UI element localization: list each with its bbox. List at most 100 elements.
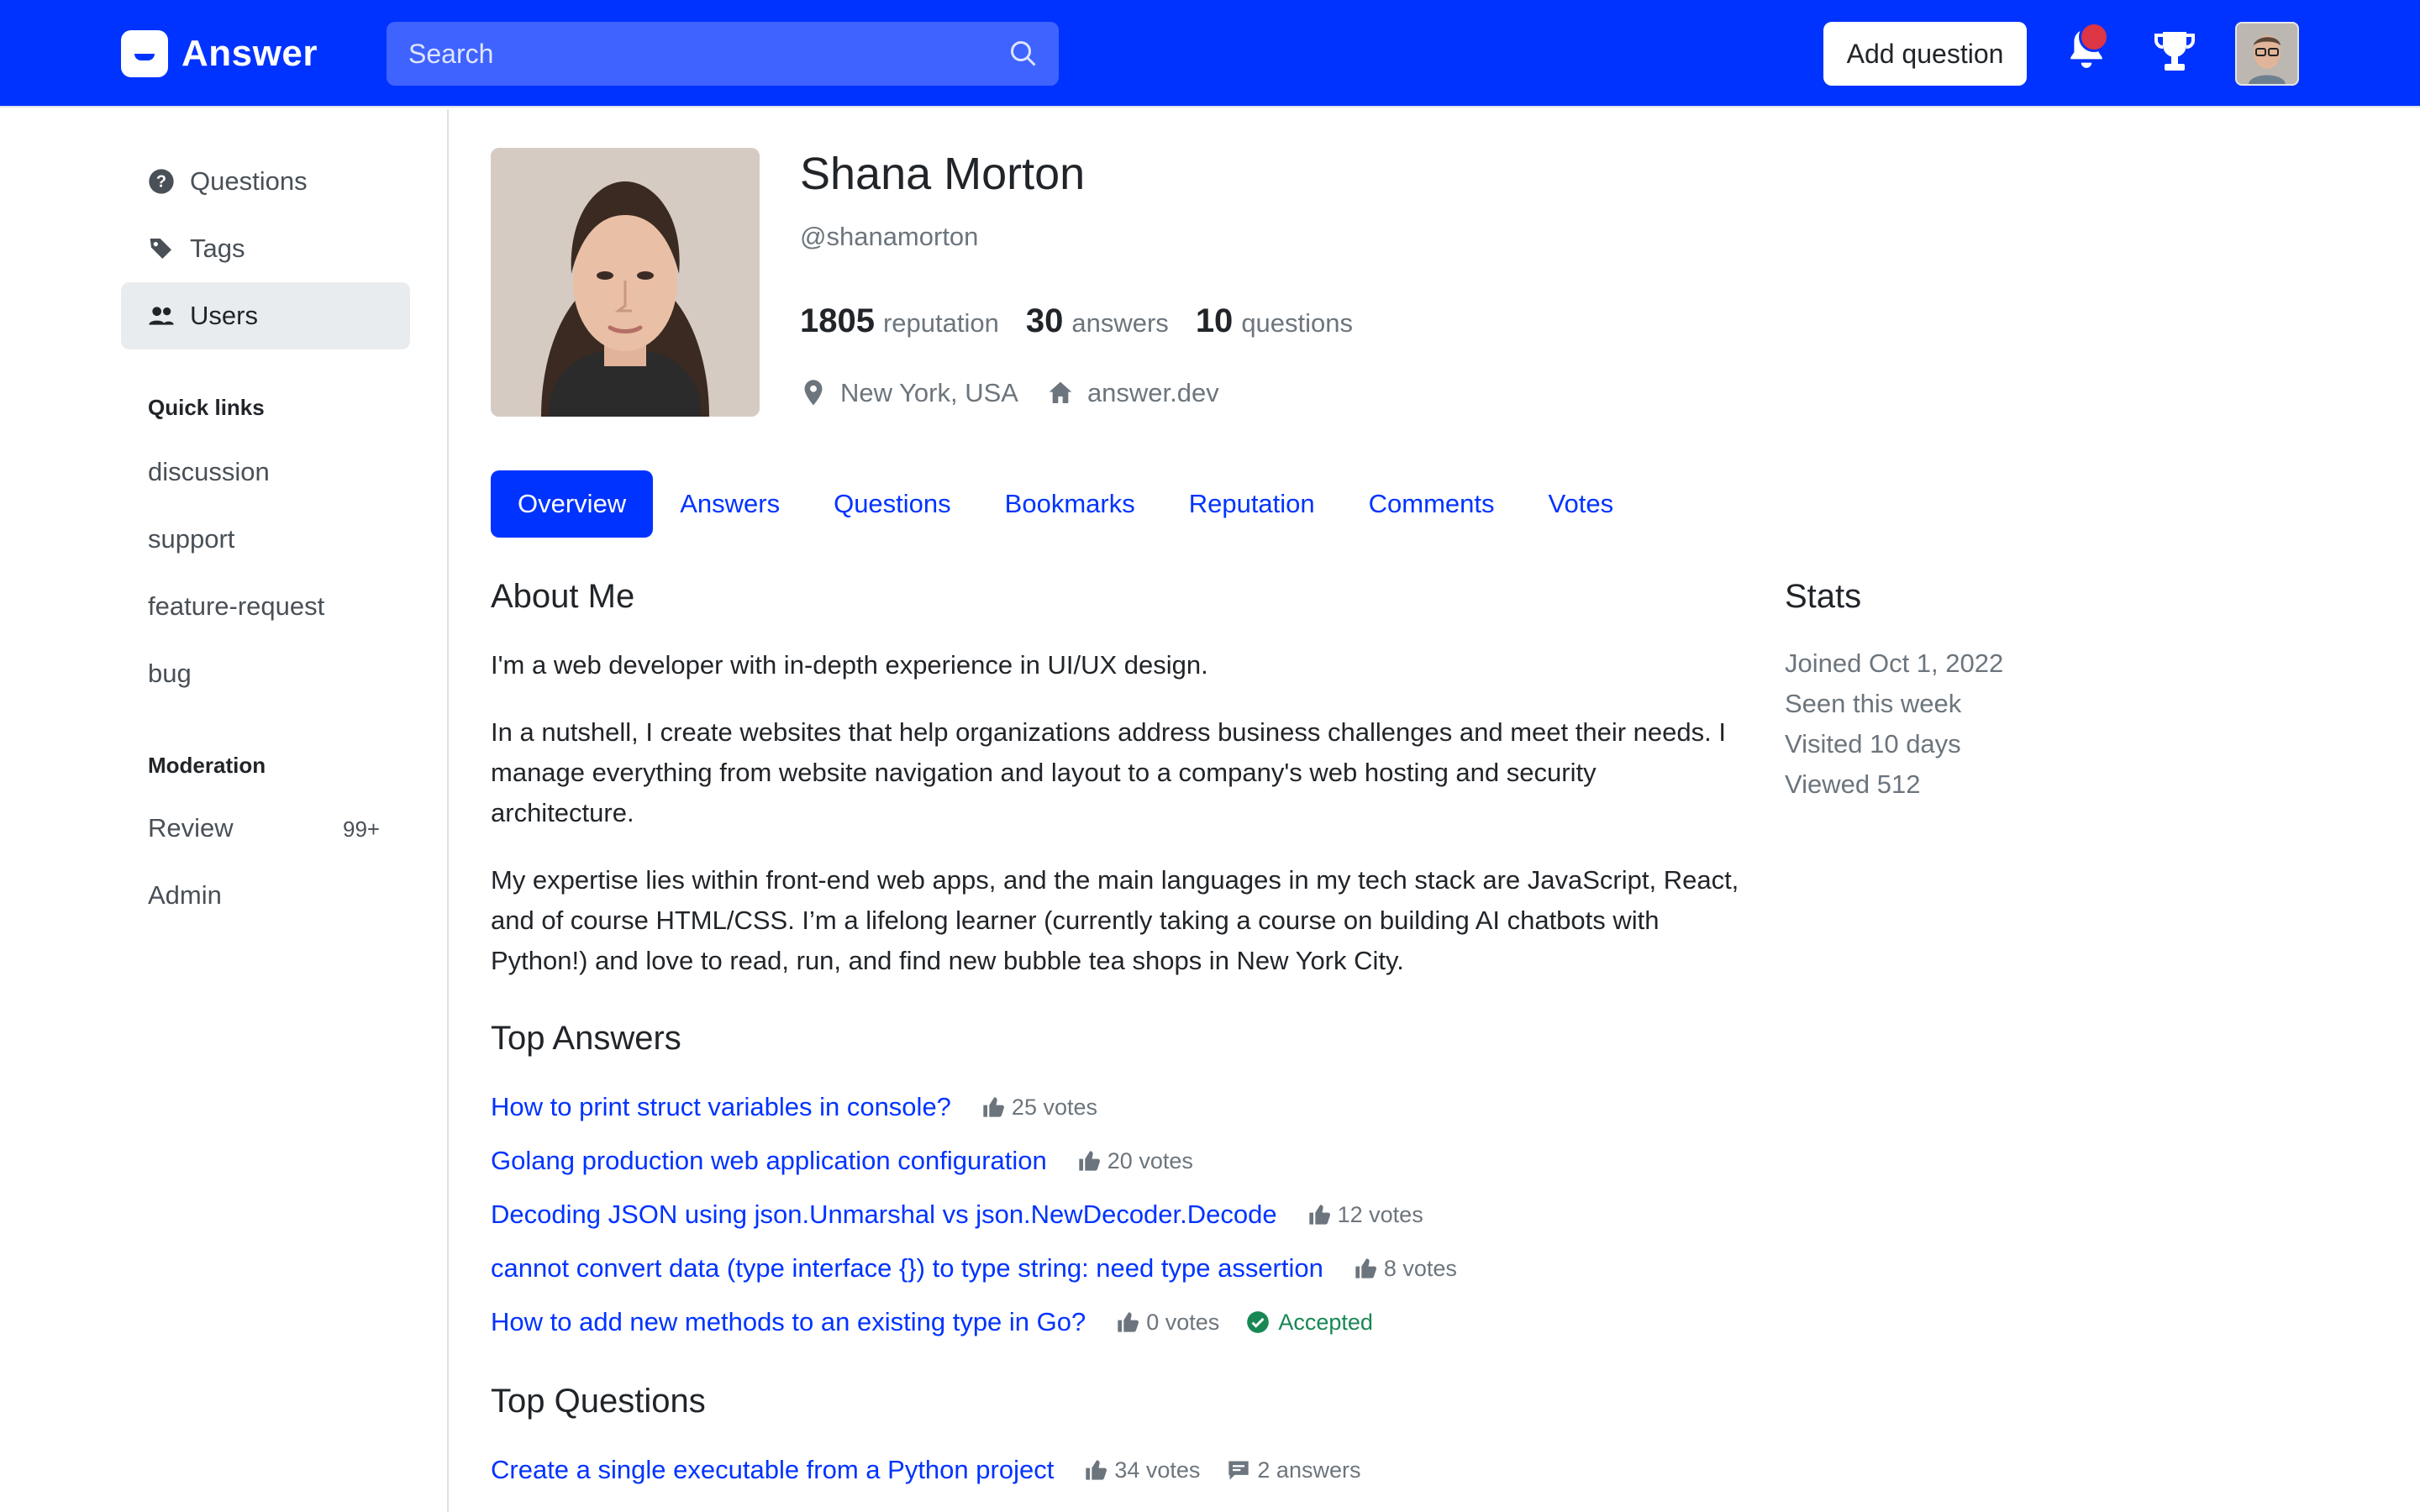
vote-text: 20 votes (1107, 1147, 1193, 1173)
quick-link-feature-request[interactable]: feature-request (148, 591, 324, 622)
search-input[interactable]: Search (387, 22, 1059, 86)
brand-name: Answer (182, 33, 318, 74)
answers-count: 30 (1025, 302, 1064, 339)
add-question-button[interactable]: Add question (1823, 22, 2027, 86)
question-circle-icon: ? (149, 169, 174, 194)
tab-votes[interactable]: Votes (1522, 470, 1641, 538)
top-navbar: Answer Search Add question (0, 0, 2420, 108)
stats-seen: Seen this week (1785, 689, 1962, 718)
vote-count: 25 votes (981, 1095, 1097, 1121)
vote-text: 8 votes (1383, 1255, 1457, 1281)
review-count-badge: 99+ (343, 816, 381, 842)
search-placeholder: Search (408, 39, 494, 69)
stats-visited: Visited 10 days (1785, 729, 1961, 759)
profile-stats: 1805 reputation 30 answers 10 questions (800, 302, 1380, 340)
question-link[interactable]: Create a single executable from a Python… (491, 1455, 1054, 1485)
list-item: Create a single executable from a Python… (491, 1452, 1360, 1488)
reputation-label: reputation (882, 308, 999, 338)
profile-meta: New York, USA answer.dev (800, 378, 1219, 408)
vote-text: 34 votes (1114, 1457, 1201, 1483)
stats-heading: Stats (1785, 578, 1862, 615)
tags-icon (150, 239, 171, 259)
answer-count-text: 2 answers (1257, 1457, 1361, 1483)
tab-reputation[interactable]: Reputation (1162, 470, 1342, 538)
answer-link[interactable]: How to add new methods to an existing ty… (491, 1307, 1086, 1337)
about-me-heading: About Me (491, 578, 635, 615)
stats-joined: Joined Oct 1, 2022 (1785, 648, 2004, 678)
location-pin-icon (804, 380, 823, 406)
vote-count: 12 votes (1307, 1202, 1423, 1228)
profile-username: @shanamorton (800, 222, 979, 251)
sidebar-item-questions[interactable]: ? Questions (121, 148, 410, 215)
trophy-icon[interactable] (2153, 29, 2196, 76)
vote-text: 25 votes (1011, 1094, 1097, 1120)
top-questions-heading: Top Questions (491, 1383, 706, 1420)
tab-comments[interactable]: Comments (1342, 470, 1522, 538)
tab-answers[interactable]: Answers (653, 470, 807, 538)
search-icon[interactable] (1008, 39, 1039, 69)
quick-link-bug[interactable]: bug (148, 659, 192, 689)
tab-questions[interactable]: Questions (807, 470, 978, 538)
thumbs-up-icon (1308, 1205, 1330, 1225)
answer-link[interactable]: How to print struct variables in console… (491, 1092, 951, 1122)
accepted-badge: Accepted (1246, 1310, 1373, 1336)
about-paragraph: My expertise lies within front-end web a… (491, 865, 1739, 975)
sidebar-item-tags[interactable]: Tags (121, 215, 410, 282)
list-item: Decoding JSON using json.Unmarshal vs js… (491, 1196, 1423, 1233)
thumbs-up-icon (1079, 1151, 1100, 1171)
profile-tabs: Overview Answers Questions Bookmarks Rep… (491, 470, 1640, 538)
left-sidebar: ? Questions Tags Users Quick links discu… (0, 109, 449, 1512)
chat-icon (1228, 1461, 1249, 1480)
profile-avatar (491, 148, 760, 417)
profile-name: Shana Morton (800, 149, 1086, 199)
user-avatar[interactable] (2235, 22, 2299, 86)
tab-bookmarks[interactable]: Bookmarks (978, 470, 1162, 538)
answer-link[interactable]: Decoding JSON using json.Unmarshal vs js… (491, 1200, 1277, 1230)
moderation-admin-link[interactable]: Admin (148, 880, 222, 911)
questions-count: 10 (1195, 302, 1234, 339)
answer-count: 2 answers (1227, 1457, 1360, 1483)
notification-badge (2079, 22, 2109, 52)
moderation-heading: Moderation (148, 753, 266, 778)
list-item: Golang production web application config… (491, 1142, 1193, 1179)
vote-text: 12 votes (1337, 1201, 1423, 1227)
brand-logo[interactable]: Answer (121, 29, 318, 79)
sidebar-item-label: Questions (190, 166, 308, 196)
people-icon (149, 307, 174, 325)
list-item: How to add new methods to an existing ty… (491, 1304, 1373, 1341)
answers-label: answers (1071, 308, 1169, 338)
vote-count: 20 votes (1077, 1148, 1193, 1174)
profile-website[interactable]: answer.dev (1087, 378, 1219, 408)
vote-count: 34 votes (1084, 1457, 1200, 1483)
thumbs-up-icon (1118, 1312, 1139, 1332)
thumbs-up-icon (1086, 1460, 1107, 1480)
about-paragraph: I'm a web developer with in-depth experi… (491, 650, 1208, 680)
home-icon (1049, 381, 1072, 403)
questions-label: questions (1241, 308, 1354, 338)
reputation-count: 1805 (800, 302, 875, 339)
list-item: How to print struct variables in console… (491, 1089, 1097, 1126)
check-circle-icon (1247, 1311, 1270, 1333)
quick-links-heading: Quick links (148, 395, 265, 420)
top-answers-heading: Top Answers (491, 1020, 681, 1057)
answer-link[interactable]: Golang production web application config… (491, 1146, 1047, 1176)
profile-location: New York, USA (840, 378, 1018, 407)
accepted-label: Accepted (1278, 1309, 1373, 1335)
list-item: cannot convert data (type interface {}) … (491, 1250, 1457, 1287)
sidebar-item-label: Users (190, 301, 258, 330)
sidebar-item-users[interactable]: Users (121, 282, 410, 349)
moderation-review-link[interactable]: Review (148, 813, 234, 843)
svg-text:?: ? (156, 173, 166, 192)
thumbs-up-icon (1355, 1258, 1376, 1278)
vote-count: 0 votes (1116, 1310, 1219, 1336)
quick-link-support[interactable]: support (148, 524, 234, 554)
answer-link[interactable]: cannot convert data (type interface {}) … (491, 1253, 1323, 1284)
vote-count: 8 votes (1354, 1256, 1457, 1282)
thumbs-up-icon (983, 1097, 1004, 1117)
vote-text: 0 votes (1146, 1309, 1220, 1335)
quick-link-discussion[interactable]: discussion (148, 457, 270, 487)
about-paragraph: In a nutshell, I create websites that he… (491, 717, 1726, 827)
tab-overview[interactable]: Overview (491, 470, 654, 538)
answer-logo-icon (121, 30, 168, 77)
sidebar-item-label: Tags (190, 234, 245, 263)
